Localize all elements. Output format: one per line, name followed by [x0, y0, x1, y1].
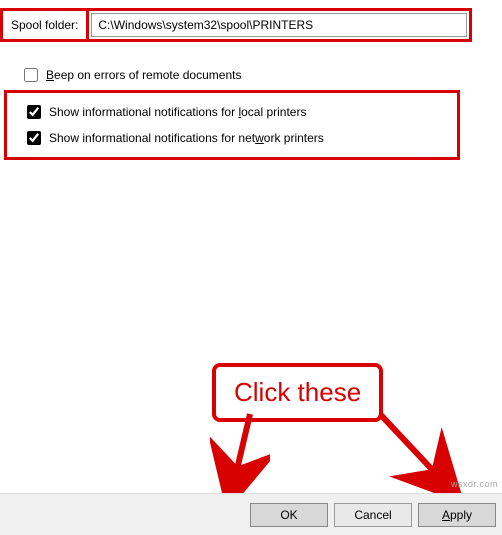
spool-folder-label: Spool folder:: [3, 11, 89, 39]
ok-button[interactable]: OK: [250, 503, 328, 527]
network-notify-checkbox[interactable]: [27, 131, 41, 145]
local-notify-checkbox[interactable]: [27, 105, 41, 119]
cancel-button[interactable]: Cancel: [334, 503, 412, 527]
beep-option[interactable]: Beep on errors of remote documents: [24, 64, 502, 86]
beep-label: Beep on errors of remote documents: [46, 68, 241, 82]
beep-checkbox[interactable]: [24, 68, 38, 82]
watermark-text: wsxdr.com: [451, 479, 498, 489]
network-notify-label: Show informational notifications for net…: [49, 131, 324, 145]
apply-button[interactable]: Apply: [418, 503, 496, 527]
spool-folder-input[interactable]: [91, 13, 467, 37]
network-notify-option[interactable]: Show informational notifications for net…: [27, 125, 457, 151]
dialog-button-bar: OK Cancel Apply: [0, 493, 502, 535]
local-notify-option[interactable]: Show informational notifications for loc…: [27, 99, 457, 125]
callout-box: Click these: [212, 363, 383, 422]
notifications-group-highlight: Show informational notifications for loc…: [4, 90, 460, 160]
local-notify-label: Show informational notifications for loc…: [49, 105, 306, 119]
spool-folder-group: Spool folder:: [0, 8, 472, 42]
